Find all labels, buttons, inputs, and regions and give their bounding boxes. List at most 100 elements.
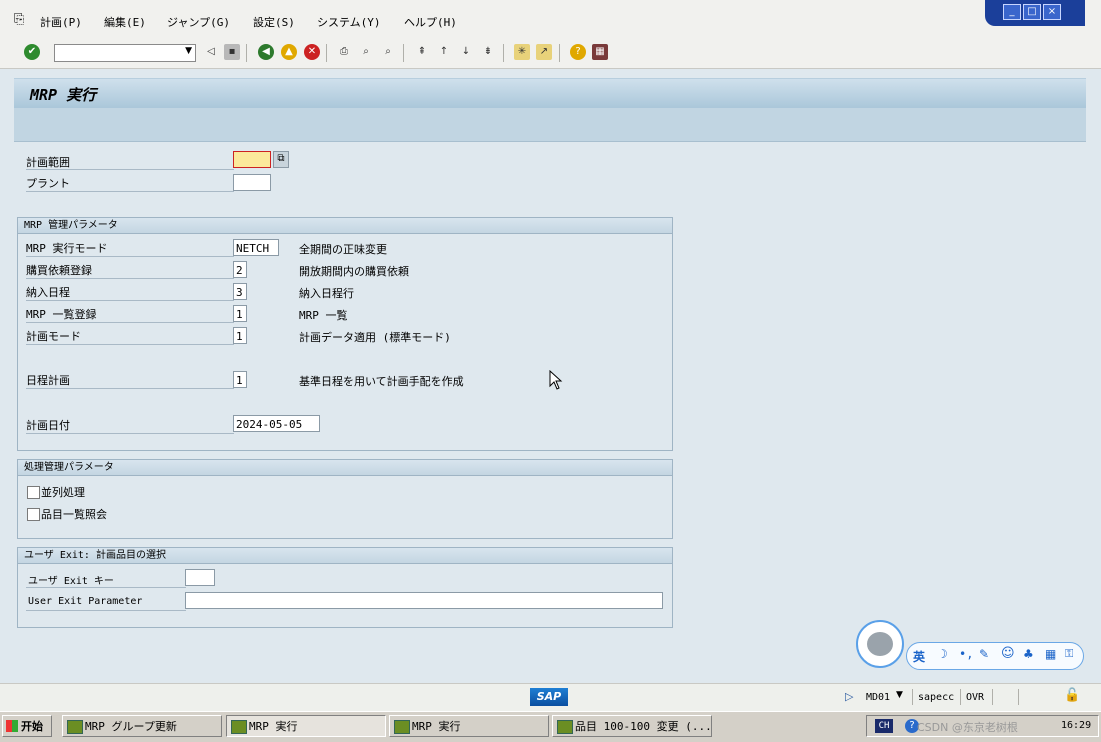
plan-date-label: 計画日付 [26, 419, 70, 432]
scheduling-input[interactable]: 1 [233, 371, 247, 388]
scheduling-desc: 基準日程を用いて計画手配を作成 [299, 375, 464, 388]
task-mrp-run-active[interactable]: MRP 実行 [226, 715, 386, 737]
group-title: ユーザ Exit: 計画品目の選択 [18, 548, 672, 564]
mouse-cursor-icon [549, 370, 563, 390]
ime-mascot-icon [867, 632, 893, 656]
window-controls: _ □ × [985, 0, 1085, 26]
task-mrp-group-update[interactable]: MRP グループ更新 [62, 715, 222, 737]
close-button[interactable]: × [1043, 4, 1061, 20]
previous-page-icon[interactable]: ↑ [436, 44, 452, 60]
lock-icon[interactable]: ⚿ [1065, 647, 1073, 661]
start-button[interactable]: 开始 [2, 715, 52, 737]
exit-key-label: ユーザ Exit キー [28, 576, 114, 587]
group-title: 処理管理パラメータ [18, 460, 672, 476]
sap-window-icon [67, 720, 83, 734]
process-params-group: 処理管理パラメータ [17, 459, 673, 539]
status-bar: SAP ▷ MD01 ▼ sapecc OVR 🔓 [0, 683, 1101, 712]
menu-system[interactable]: システム(Y) [317, 14, 381, 30]
menu-edit[interactable]: 編集(E) [104, 14, 146, 30]
restore-button[interactable]: □ [1023, 4, 1041, 20]
purchase-req-input[interactable]: 2 [233, 261, 247, 278]
application-toolbar [14, 108, 1086, 142]
dropdown-arrow-icon[interactable]: ▼ [185, 46, 192, 56]
toolbox-icon[interactable]: ▦ [1045, 647, 1056, 661]
delivery-schedule-desc: 納入日程行 [299, 287, 354, 300]
system-menu-icon[interactable]: ⎘ [14, 12, 24, 27]
sap-logo: SAP [530, 688, 568, 706]
cancel-icon[interactable]: ✕ [304, 44, 320, 60]
shortcut-icon[interactable]: ↗ [536, 44, 552, 60]
mrp-list-input[interactable]: 1 [233, 305, 247, 322]
menu-settings[interactable]: 設定(S) [253, 14, 295, 30]
language-indicator[interactable]: CH [875, 719, 893, 733]
parallel-processing-label: 並列処理 [41, 486, 85, 499]
wrench-icon[interactable]: ✎ [979, 647, 989, 661]
clock: 16:29 [1061, 720, 1092, 731]
enter-icon[interactable]: ✔ [24, 44, 40, 60]
first-page-icon[interactable]: ⇞ [414, 44, 430, 60]
skin-icon[interactable]: ♣ [1023, 647, 1034, 661]
help-icon[interactable]: ? [570, 44, 586, 60]
plan-mode-desc: 計画データ適用 (標準モード) [299, 331, 451, 344]
multiple-selection-icon[interactable]: ⧉ [273, 151, 289, 168]
find-icon[interactable]: ⌕ [358, 44, 374, 60]
parallel-processing-checkbox[interactable] [27, 486, 40, 499]
purchase-req-label: 購買依頼登録 [26, 264, 92, 277]
delivery-schedule-label: 納入日程 [26, 286, 70, 299]
menu-plan[interactable]: 計画(P) [40, 14, 82, 30]
delivery-schedule-input[interactable]: 3 [233, 283, 247, 300]
main-content: 計画範囲 ⧉ プラント MRP 管理パラメータ MRP 実行モード NETCH … [14, 142, 1086, 682]
exit-param-label: User Exit Parameter [28, 596, 143, 607]
punctuation-icon[interactable]: •, [959, 647, 973, 661]
menu-help[interactable]: ヘルプ(H) [404, 14, 457, 30]
material-list-checkbox[interactable] [27, 508, 40, 521]
status-toggle-icon[interactable]: ▷ [845, 690, 853, 703]
ime-widget: 英 ☽ •, ✎ ☺ ♣ ▦ ⚿ [856, 620, 1084, 670]
mrp-list-label: MRP 一覧登録 [26, 308, 97, 321]
exit-key-input[interactable] [185, 569, 215, 586]
task-mrp-run[interactable]: MRP 実行 [389, 715, 549, 737]
system-tray: CH ? CSDN @东京老树根 16:29 [866, 715, 1099, 737]
exit-param-input[interactable] [185, 592, 663, 609]
lock-status-icon[interactable]: 🔓 [1064, 688, 1080, 703]
title-bar: MRP 実行 [14, 78, 1086, 109]
standard-toolbar: ✔ ▼ ◁ ▪ ◀ ▲ ✕ ⎙ ⌕ ⌕ ⇞ ↑ ↓ ⇟ ✳ ↗ ? ▦ [0, 38, 1101, 69]
find-next-icon[interactable]: ⌕ [380, 44, 396, 60]
save-icon[interactable]: ▪ [224, 44, 240, 60]
collapse-arrow-icon[interactable]: ◁ [203, 44, 219, 60]
task-material-change[interactable]: 品目 100-100 変更 (... [552, 715, 712, 737]
mrp-mode-input[interactable]: NETCH [233, 239, 279, 256]
csdn-watermark: CSDN @东京老树根 [917, 721, 1018, 734]
next-page-icon[interactable]: ↓ [458, 44, 474, 60]
purchase-req-desc: 開放期間内の購買依頼 [299, 265, 409, 278]
plan-scope-input[interactable] [233, 151, 271, 168]
transaction-code: MD01 [866, 692, 891, 703]
page-title: MRP 実行 [30, 86, 97, 104]
plan-mode-input[interactable]: 1 [233, 327, 247, 344]
moon-icon[interactable]: ☽ [937, 647, 948, 661]
command-field[interactable]: ▼ [54, 44, 196, 62]
last-page-icon[interactable]: ⇟ [480, 44, 496, 60]
minimize-button[interactable]: _ [1003, 4, 1021, 20]
print-icon[interactable]: ⎙ [336, 44, 352, 60]
ime-avatar[interactable] [856, 620, 904, 668]
emoji-icon[interactable]: ☺ [1001, 646, 1015, 661]
scheduling-label: 日程計画 [26, 374, 70, 387]
menu-jump[interactable]: ジャンプ(G) [167, 14, 230, 30]
create-session-icon[interactable]: ✳ [514, 44, 530, 60]
back-icon[interactable]: ◀ [258, 44, 274, 60]
plan-date-input[interactable]: 2024-05-05 [233, 415, 320, 432]
menu-bar: ⎘ 計画(P) 編集(E) ジャンプ(G) 設定(S) システム(Y) ヘルプ(… [0, 0, 1101, 39]
layout-menu-icon[interactable]: ▦ [592, 44, 608, 60]
windows-logo-icon [6, 720, 18, 732]
windows-taskbar: 开始 MRP グループ更新 MRP 実行 MRP 実行 品目 100-100 変… [0, 711, 1101, 742]
plan-mode-label: 計画モード [26, 330, 81, 343]
ime-language-label[interactable]: 英 [913, 648, 925, 665]
sap-window-icon [231, 720, 247, 734]
plant-input[interactable] [233, 174, 271, 191]
server-name: sapecc [918, 692, 955, 703]
group-title: MRP 管理パラメータ [18, 218, 672, 234]
status-dropdown-icon[interactable]: ▼ [896, 690, 903, 700]
mrp-mode-desc: 全期間の正味変更 [299, 243, 387, 256]
exit-icon[interactable]: ▲ [281, 44, 297, 60]
